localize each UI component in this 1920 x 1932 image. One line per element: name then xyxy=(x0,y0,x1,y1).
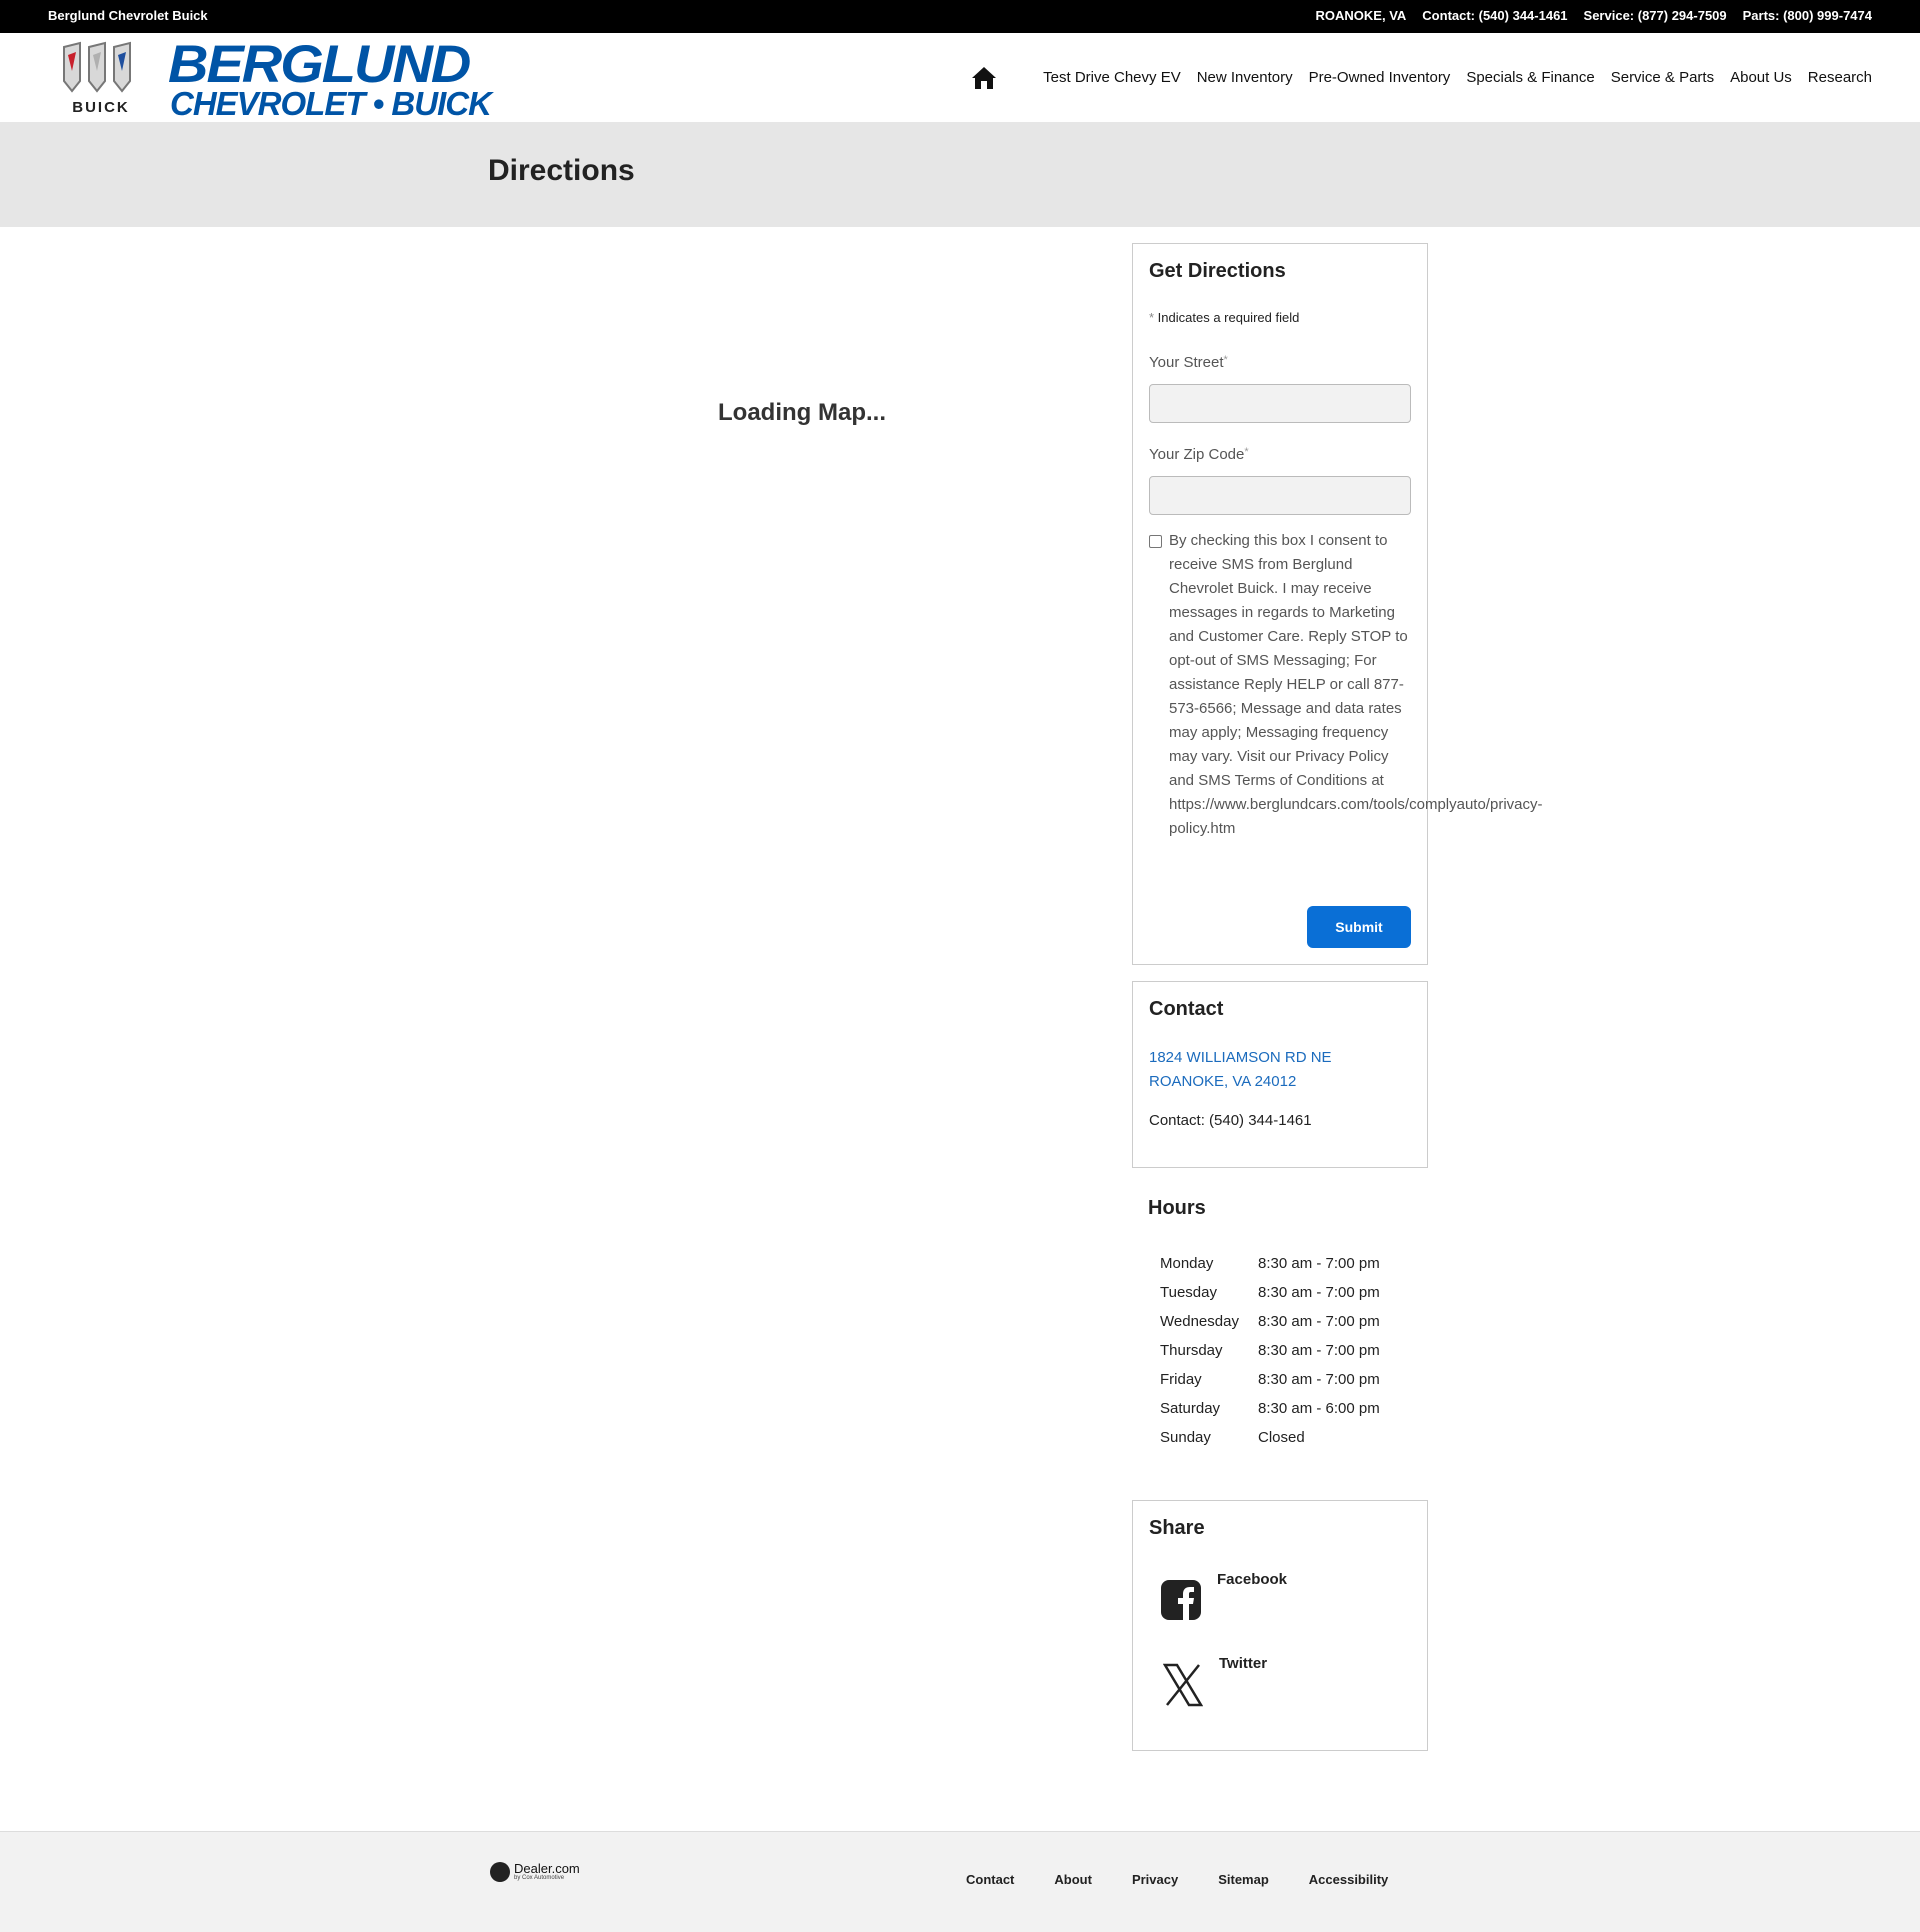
nav-service-parts[interactable]: Service & Parts xyxy=(1611,69,1714,86)
get-directions-title: Get Directions xyxy=(1149,260,1286,282)
facebook-share-link[interactable]: Facebook xyxy=(1217,1571,1287,1588)
topbar-location[interactable]: ROANOKE, VA xyxy=(1316,8,1407,23)
buick-wordmark: BUICK xyxy=(72,99,130,116)
buick-logo[interactable]: BUICK xyxy=(56,41,146,116)
hours-time: 8:30 am - 7:00 pm xyxy=(1258,1255,1380,1272)
topbar-contact-phone[interactable]: Contact: (540) 344-1461 xyxy=(1422,8,1567,23)
footer-link-about[interactable]: About xyxy=(1054,1872,1092,1887)
hours-row: Thursday 8:30 am - 7:00 pm xyxy=(1156,1336,1384,1365)
zip-required-star: * xyxy=(1244,446,1249,458)
sms-consent-body: By checking this box I consent to receiv… xyxy=(1169,532,1408,789)
hours-section: Hours Monday 8:30 am - 7:00 pm Tuesday 8:3… xyxy=(1148,1197,1428,1446)
topbar-contact-info: ROANOKE, VA Contact: (540) 344-1461 Serv… xyxy=(1316,8,1872,23)
globe-icon xyxy=(490,1862,510,1882)
address-line2: ROANOKE, VA 24012 xyxy=(1149,1073,1297,1090)
address-line1: 1824 WILLIAMSON RD NE xyxy=(1149,1049,1332,1066)
top-utility-bar: Berglund Chevrolet Buick ROANOKE, VA Con… xyxy=(0,0,1920,33)
share-title: Share xyxy=(1149,1517,1205,1539)
hours-day: Monday xyxy=(1160,1255,1214,1272)
street-required-star: * xyxy=(1223,354,1228,366)
site-footer: Dealer.com by Cox Automotive Contact Abo… xyxy=(0,1831,1920,1932)
page-title-band: Directions xyxy=(0,122,1920,227)
x-twitter-icon[interactable] xyxy=(1162,1663,1204,1707)
dealer-com-logo[interactable]: Dealer.com by Cox Automotive xyxy=(490,1862,580,1882)
hours-row: Sunday Closed xyxy=(1156,1423,1384,1452)
berglund-logo-line2: CHEVROLET • BUICK xyxy=(170,85,492,122)
zip-label-text: Your Zip Code xyxy=(1149,446,1245,463)
berglund-logo-line1: BERGLUND xyxy=(168,33,471,94)
hours-row: Wednesday 8:30 am - 7:00 pm xyxy=(1156,1307,1384,1336)
facebook-icon[interactable] xyxy=(1161,1580,1201,1620)
topbar-dealer-name[interactable]: Berglund Chevrolet Buick xyxy=(48,8,208,23)
page-title: Directions xyxy=(488,154,635,187)
street-input[interactable] xyxy=(1149,384,1411,423)
hours-table: Monday 8:30 am - 7:00 pm Tuesday 8:30 am -… xyxy=(1156,1249,1384,1452)
submit-button[interactable]: Submit xyxy=(1307,906,1411,948)
main-nav: Test Drive Chevy EV New Inventory Pre-Ow… xyxy=(971,33,1872,122)
map-loading-text: Loading Map... xyxy=(718,399,886,426)
hours-day: Tuesday xyxy=(1160,1284,1217,1301)
share-card: Share Facebook Twitter xyxy=(1132,1500,1428,1751)
contact-card: Contact 1824 WILLIAMSON RD NE ROANOKE, V… xyxy=(1132,981,1428,1168)
hours-time: 8:30 am - 7:00 pm xyxy=(1258,1342,1380,1359)
dealer-com-name: Dealer.com xyxy=(514,1860,580,1876)
topbar-parts-phone[interactable]: Parts: (800) 999-7474 xyxy=(1743,8,1872,23)
street-label-text: Your Street xyxy=(1149,354,1224,371)
nav-test-drive-chevy-ev[interactable]: Test Drive Chevy EV xyxy=(1043,69,1181,86)
hours-day: Sunday xyxy=(1160,1429,1211,1446)
nav-research[interactable]: Research xyxy=(1808,69,1872,86)
street-label: Your Street* xyxy=(1149,354,1228,371)
site-header: BUICK BERGLUND CHEVROLET • BUICK Test Dr… xyxy=(0,33,1920,122)
hours-row: Friday 8:30 am - 7:00 pm xyxy=(1156,1365,1384,1394)
dealer-address-link[interactable]: 1824 WILLIAMSON RD NE ROANOKE, VA 24012 xyxy=(1149,1046,1332,1094)
nav-about-us[interactable]: About Us xyxy=(1730,69,1792,86)
hours-time: 8:30 am - 7:00 pm xyxy=(1258,1371,1380,1388)
topbar-service-phone[interactable]: Service: (877) 294-7509 xyxy=(1584,8,1727,23)
contact-phone[interactable]: Contact: (540) 344-1461 xyxy=(1149,1112,1312,1129)
footer-link-sitemap[interactable]: Sitemap xyxy=(1218,1872,1269,1887)
buick-tri-shield-icon xyxy=(63,41,131,93)
hours-day: Thursday xyxy=(1160,1342,1223,1359)
hours-title: Hours xyxy=(1148,1197,1206,1219)
nav-pre-owned-inventory[interactable]: Pre-Owned Inventory xyxy=(1309,69,1451,86)
hours-row: Tuesday 8:30 am - 7:00 pm xyxy=(1156,1278,1384,1307)
dealer-com-subtitle: by Cox Automotive xyxy=(514,1874,565,1881)
hours-day: Friday xyxy=(1160,1371,1202,1388)
twitter-share-link[interactable]: Twitter xyxy=(1219,1655,1267,1672)
footer-link-privacy[interactable]: Privacy xyxy=(1132,1872,1178,1887)
home-icon[interactable] xyxy=(971,65,997,91)
privacy-policy-url-part1: https://www.berglundcars.com/tools/compl… xyxy=(1169,796,1543,813)
nav-specials-finance[interactable]: Specials & Finance xyxy=(1466,69,1594,86)
berglund-logo[interactable]: BERGLUND CHEVROLET • BUICK xyxy=(168,33,492,122)
footer-link-accessibility[interactable]: Accessibility xyxy=(1309,1872,1389,1887)
hours-row: Monday 8:30 am - 7:00 pm xyxy=(1156,1249,1384,1278)
nav-new-inventory[interactable]: New Inventory xyxy=(1197,69,1293,86)
hours-time: 8:30 am - 7:00 pm xyxy=(1258,1313,1380,1330)
required-note-text: Indicates a required field xyxy=(1154,310,1300,325)
hours-day: Saturday xyxy=(1160,1400,1221,1417)
hours-day: Wednesday xyxy=(1160,1313,1239,1330)
zip-code-input[interactable] xyxy=(1149,476,1411,515)
footer-links: Contact About Privacy Sitemap Accessibil… xyxy=(966,1872,1388,1887)
hours-time: 8:30 am - 7:00 pm xyxy=(1258,1284,1380,1301)
hours-time: 8:30 am - 6:00 pm xyxy=(1258,1400,1380,1417)
contact-title: Contact xyxy=(1149,998,1224,1020)
required-field-note: * Indicates a required field xyxy=(1149,310,1299,325)
get-directions-card: Get Directions * Indicates a required fi… xyxy=(1132,243,1542,965)
zip-label: Your Zip Code* xyxy=(1149,446,1249,463)
sms-consent-checkbox[interactable] xyxy=(1149,535,1162,548)
footer-link-contact[interactable]: Contact xyxy=(966,1872,1014,1887)
hours-row: Saturday 8:30 am - 6:00 pm xyxy=(1156,1394,1384,1423)
privacy-policy-url-part2: policy.htm xyxy=(1169,820,1236,837)
hours-time: Closed xyxy=(1258,1429,1305,1446)
sms-consent-text[interactable]: By checking this box I consent to receiv… xyxy=(1169,529,1542,841)
